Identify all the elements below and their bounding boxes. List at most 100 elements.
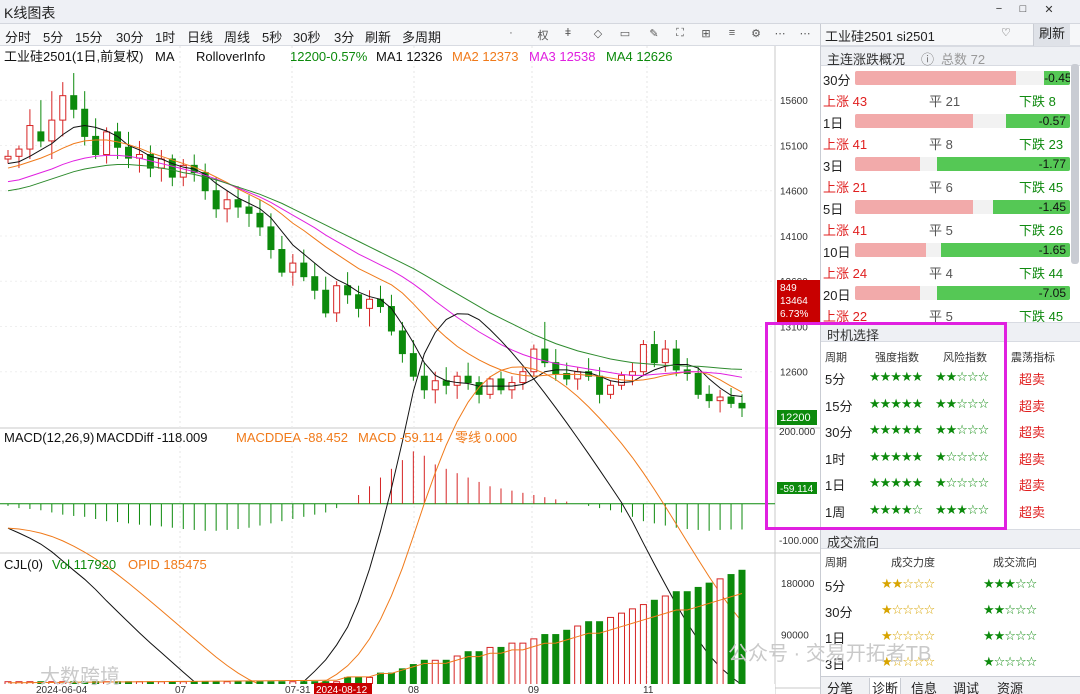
strength-stars: ★★★★★: [869, 395, 923, 411]
period-1h[interactable]: 1时: [155, 27, 175, 46]
risk-stars: ★★☆☆☆: [935, 422, 989, 437]
overview-bar: -1.65: [855, 243, 1070, 257]
help-icon[interactable]: ⓘ: [921, 49, 934, 68]
svg-text:13464: 13464: [780, 296, 808, 307]
flow-direction-stars: ★★★☆☆: [983, 576, 1037, 591]
overview-count-row: 上涨 41 平 8 下跌 23: [821, 133, 1071, 154]
more-icon[interactable]: ⋯: [772, 27, 788, 40]
period-30m[interactable]: 30分: [116, 27, 143, 46]
risk-stars: ★☆☆☆☆: [935, 475, 989, 490]
candle: [278, 235, 286, 277]
period-3m[interactable]: 3分: [334, 27, 354, 46]
volume-bar: [694, 586, 702, 687]
template-icon[interactable]: ▭: [617, 27, 633, 40]
favorite-icon[interactable]: ♡: [1001, 26, 1011, 39]
period-30s[interactable]: 30秒: [293, 27, 320, 46]
current-change-box: 849 13464 6.73%: [777, 280, 820, 322]
volume-bar: [683, 591, 691, 687]
maximize-icon[interactable]: □: [1014, 3, 1032, 15]
candle: [223, 190, 231, 223]
overview-bar-row: 20日 -7.05: [821, 283, 1071, 304]
overview-value: -1.45: [1038, 200, 1066, 214]
candle: [245, 195, 253, 227]
tab-0[interactable]: 分笔: [827, 678, 853, 694]
down-count: 下跌 23: [1019, 137, 1064, 152]
period-week[interactable]: 周线: [224, 27, 250, 46]
strength-stars: ★★★★★: [869, 422, 923, 437]
draw-icon[interactable]: ✎: [646, 27, 662, 40]
refresh-right-button[interactable]: 刷新: [1033, 24, 1071, 46]
scrollbar[interactable]: [1071, 64, 1079, 264]
flow-direction-stars: ★★☆☆☆: [983, 602, 1037, 617]
rights-icon[interactable]: 权: [535, 27, 551, 43]
close-icon[interactable]: ✕: [1040, 3, 1058, 16]
candle: [322, 276, 330, 318]
legend-title: 工业硅2501(1日,前复权): [4, 49, 143, 64]
legend-ma1: MA1 12326: [376, 49, 443, 64]
up-count: 上涨 21: [823, 180, 868, 195]
date-highlight: 2024-08-12: [314, 683, 372, 694]
tab-4[interactable]: 资源: [997, 678, 1023, 694]
macd-tick: -100.000: [779, 536, 819, 547]
multi-period-button[interactable]: 多周期: [402, 27, 441, 46]
bar-up-fill: [855, 243, 926, 257]
date-tick: 07: [175, 685, 187, 694]
period-5s[interactable]: 5秒: [262, 27, 282, 46]
legend-ma3: MA3 12538: [529, 49, 596, 64]
overview-bar-row: 30分 -0.45: [821, 68, 1071, 89]
settings-icon[interactable]: ⋯: [797, 27, 813, 40]
ma2-line: [7, 139, 743, 393]
candle: [201, 163, 209, 200]
period-5m[interactable]: 5分: [43, 27, 63, 46]
overview-period: 1日: [823, 116, 844, 131]
kline-chart[interactable]: 15600151001460014100136001310012600工业硅25…: [0, 46, 820, 694]
alert-icon[interactable]: ◇: [590, 27, 606, 40]
legend-rollover: RolloverInfo: [196, 49, 265, 64]
candle: [716, 389, 724, 413]
list-icon[interactable]: ≡: [724, 27, 740, 39]
timing-period: 15分: [825, 398, 853, 414]
vol-legend-cjl: CJL(0): [4, 557, 43, 572]
candle: [81, 91, 89, 146]
period-day[interactable]: 日线: [187, 27, 213, 46]
tab-2[interactable]: 信息: [911, 678, 937, 694]
candle: [727, 387, 735, 408]
candle: [464, 362, 472, 390]
lock-icon[interactable]: ⊞: [698, 27, 714, 40]
overview-bar-row: 3日 -1.77: [821, 154, 1071, 175]
bar-up-fill: [855, 71, 1017, 85]
legend-ma: MA: [155, 49, 175, 64]
period-15m[interactable]: 15分: [75, 27, 102, 46]
adjust-icon[interactable]: ǂ: [560, 27, 576, 39]
flat-count: 平 21: [929, 94, 961, 109]
cursor-icon[interactable]: ·: [503, 27, 519, 39]
up-count: 上涨 43: [823, 94, 868, 109]
timing-period: 30分: [825, 425, 853, 440]
fullscreen-icon[interactable]: ⛶: [672, 27, 688, 40]
candle: [486, 376, 494, 399]
title-bar: K线图表 − □ ✕: [0, 0, 1080, 24]
timing-period: 1日: [825, 478, 846, 493]
macd-tick: 200.000: [779, 427, 816, 438]
volume-bar: [617, 612, 625, 687]
gear-icon[interactable]: ⚙: [748, 27, 764, 40]
period-fenshi[interactable]: 分时: [5, 27, 31, 46]
flow-direction-stars: ★☆☆☆☆: [983, 654, 1037, 669]
refresh-button[interactable]: 刷新: [365, 27, 391, 46]
volume-bar: [541, 634, 549, 687]
window-title: K线图表: [4, 5, 56, 21]
strength-stars: ★★★★★: [869, 369, 923, 384]
tab-1[interactable]: 诊断: [869, 678, 902, 694]
candle: [48, 91, 56, 160]
flow-col: 成交流向: [993, 557, 1037, 569]
timing-col: 强度指数: [875, 352, 919, 364]
candle: [37, 100, 45, 148]
bar-up-fill: [855, 286, 920, 300]
minimize-icon[interactable]: −: [990, 3, 1008, 15]
svg-text:-59.114: -59.114: [780, 484, 814, 495]
volume-bar: [596, 621, 604, 687]
tab-3[interactable]: 调试: [953, 678, 979, 694]
candle: [125, 131, 133, 169]
candle: [705, 385, 713, 408]
timing-period: 1时: [825, 451, 846, 467]
